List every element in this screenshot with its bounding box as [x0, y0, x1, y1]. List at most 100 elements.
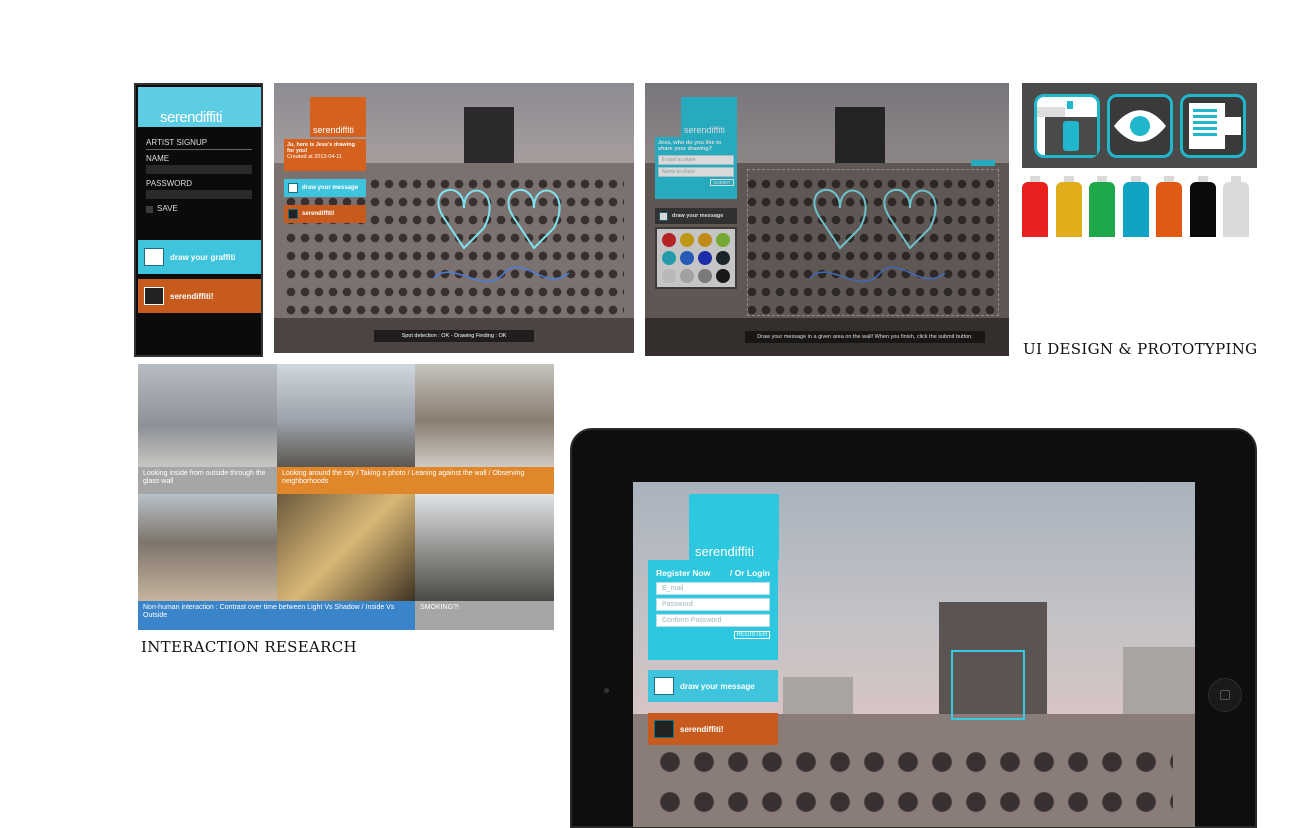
logo-tag: serendiffiti [310, 97, 366, 137]
name-share-field[interactable]: Name to share [658, 167, 734, 177]
serendiffiti-button[interactable]: serendiffiti! [284, 205, 366, 223]
logo-tag: serendiffiti [689, 494, 779, 560]
home-square-icon [1220, 690, 1230, 700]
color-swatch[interactable] [716, 233, 730, 247]
spray-can-icon [144, 248, 164, 266]
spray-can-swatch [1022, 176, 1048, 237]
home-button[interactable] [1208, 678, 1242, 712]
caption-1: Looking inside from outside through the … [138, 467, 277, 494]
tablet-device: serendiffiti Register Now / Or Login E_m… [570, 428, 1257, 828]
caption-4: SMOKING?! [415, 601, 554, 630]
caption-1-text: Looking inside from outside through the … [143, 470, 266, 486]
register-button[interactable]: REGISTER [734, 631, 770, 639]
register-now-tab[interactable]: Register Now [656, 568, 710, 578]
building-left [783, 677, 853, 717]
brush-icon[interactable] [1180, 94, 1246, 158]
confirm-password-field[interactable]: Conform Password [656, 614, 770, 627]
logo-tag: serendiffiti [681, 97, 737, 137]
email-field[interactable]: E_mail [656, 582, 770, 595]
research-photo-grid: Looking inside from outside through the … [138, 364, 554, 630]
logo-text: serendiffiti [695, 544, 755, 559]
submit-top-button[interactable] [971, 160, 995, 166]
serendiffiti-button[interactable]: serendiffiti! [648, 713, 778, 745]
message-text: Ju, here is Jess's drawing for you! [287, 142, 355, 154]
research-photo-4 [138, 494, 277, 601]
register-header: Register Now / Or Login [656, 568, 770, 578]
color-swatch[interactable] [698, 269, 712, 283]
register-card: Register Now / Or Login E_mail Password … [648, 560, 778, 660]
serendiffiti-label: serendiffiti! [302, 211, 335, 217]
name-label: NAME [146, 154, 170, 163]
color-swatch[interactable] [680, 251, 694, 265]
draw-message-label: draw your message [302, 185, 359, 191]
or-login-link[interactable]: / Or Login [730, 568, 770, 578]
logo-text: serendiffiti [313, 125, 354, 135]
building-windows [653, 742, 1173, 822]
spray-can-swatch [1122, 176, 1149, 237]
front-camera [604, 688, 609, 693]
share-question: Jess, who do you like to share your draw… [658, 140, 722, 152]
password-field[interactable] [146, 190, 252, 199]
color-swatch[interactable] [662, 251, 676, 265]
share-card: Jess, who do you like to share your draw… [655, 137, 737, 199]
instruction-text: Draw your message in a given area on the… [757, 334, 973, 340]
building-right [1123, 647, 1195, 717]
spray-can-icon [659, 211, 668, 221]
color-swatch[interactable] [662, 233, 676, 247]
color-swatch[interactable] [680, 233, 694, 247]
draw-graffiti-label: draw your graffiti [170, 252, 236, 262]
status-bar: Spot detection : OK - Drawing Finding : … [374, 330, 534, 342]
eye-icon [654, 720, 674, 738]
spray-can-swatch [1156, 176, 1182, 237]
draw-message-button[interactable]: draw your message [648, 670, 778, 702]
interaction-research-heading: INTERACTION RESEARCH [141, 638, 357, 656]
spray-can-icon [288, 183, 298, 193]
spray-can-icon[interactable] [1034, 94, 1100, 158]
icon-set [1022, 83, 1257, 168]
logo-header: serendiffiti [138, 87, 261, 127]
eye-icon [144, 287, 164, 305]
status-text: Spot detection : OK - Drawing Finding : … [401, 333, 507, 339]
password-field[interactable]: Password [656, 598, 770, 611]
spray-can-icon [654, 677, 674, 695]
ui-design-heading: UI DESIGN & PROTOTYPING [1023, 340, 1258, 358]
spray-can-swatch [1223, 176, 1249, 237]
research-photo-1 [138, 364, 277, 467]
caption-4-text: SMOKING?! [420, 604, 459, 611]
spray-can-swatches [1022, 176, 1257, 237]
password-label: PASSWORD [146, 179, 193, 188]
tablet-screen: serendiffiti Register Now / Or Login E_m… [633, 482, 1195, 827]
color-swatch[interactable] [662, 269, 676, 283]
graffiti-drawing [433, 189, 570, 283]
draw-graffiti-button[interactable]: draw your graffiti [138, 240, 261, 274]
serendiffiti-button[interactable]: serendiffiti! [138, 279, 261, 313]
save-checkbox[interactable] [146, 206, 153, 213]
name-field[interactable] [146, 165, 252, 174]
draw-message-label: draw your message [672, 213, 724, 219]
graffiti-drawing [809, 189, 946, 283]
serendiffiti-label: serendiffiti! [680, 724, 724, 734]
logo-text: serendiffiti [684, 125, 725, 135]
research-photo-5 [277, 494, 415, 601]
created-date: Created at 2013-04-11 [287, 154, 342, 160]
target-frame[interactable] [951, 650, 1025, 720]
draw-message-bar[interactable]: draw your message [655, 208, 737, 224]
research-photo-3 [415, 364, 554, 467]
color-swatch[interactable] [680, 269, 694, 283]
spray-can-swatch [1089, 176, 1115, 237]
caption-3: Non-human interaction : Contrast over ti… [138, 601, 415, 630]
eye-icon[interactable] [1107, 94, 1173, 158]
submit-button[interactable]: SUBMIT [710, 179, 734, 186]
color-swatch[interactable] [698, 233, 712, 247]
caption-2-text: Looking around the city / Taking a photo… [282, 470, 525, 486]
logo-text: serendiffiti [160, 109, 223, 126]
color-swatch[interactable] [698, 251, 712, 265]
research-photo-2 [277, 364, 415, 467]
email-share-field[interactable]: E-mail to share [658, 155, 734, 165]
draw-message-button[interactable]: draw your message [284, 179, 366, 197]
color-swatch[interactable] [716, 269, 730, 283]
caption-2: Looking around the city / Taking a photo… [277, 467, 554, 494]
signup-title: ARTIST SIGNUP [146, 138, 252, 150]
view-message-screen: serendiffiti Ju, here is Jess's drawing … [274, 83, 634, 353]
color-swatch[interactable] [716, 251, 730, 265]
